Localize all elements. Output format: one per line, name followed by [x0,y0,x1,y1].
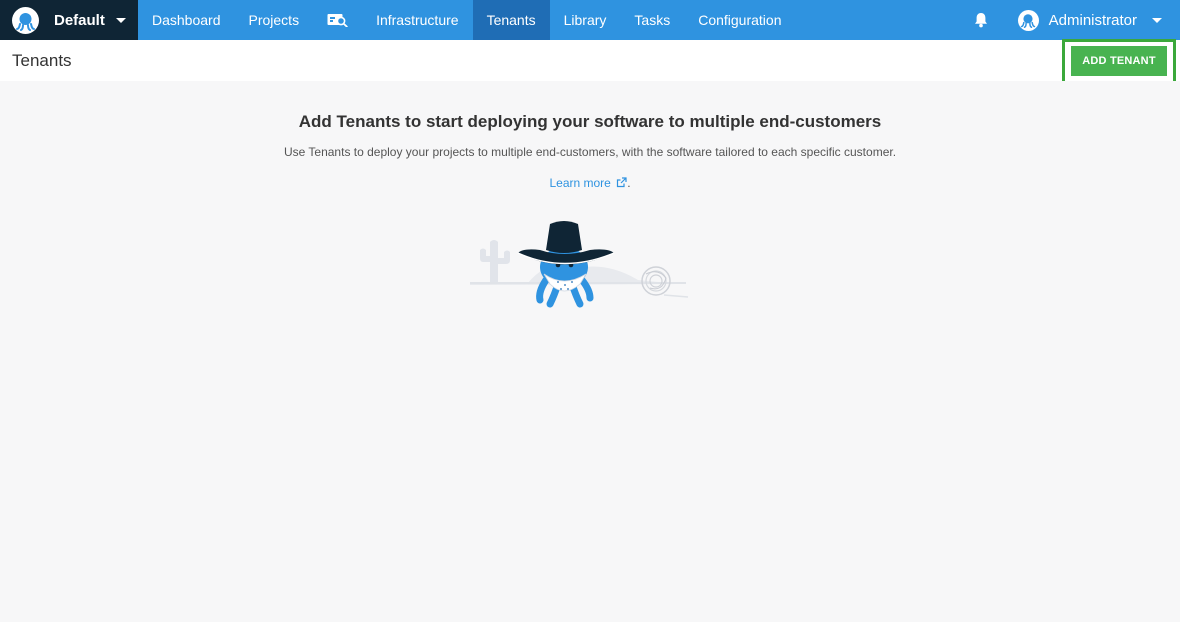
main-nav: Dashboard Projects Infrastructure Tenant… [138,0,795,40]
nav-infrastructure[interactable]: Infrastructure [362,0,472,40]
space-name: Default [54,11,105,29]
user-menu[interactable]: Administrator [1012,0,1180,40]
nav-projects[interactable]: Projects [235,0,314,40]
octopus-logo-icon [12,6,39,34]
notifications-button[interactable] [956,0,1006,40]
chevron-down-icon [115,17,126,23]
nav-configuration[interactable]: Configuration [684,0,795,40]
learn-more-text: Learn more [549,176,611,190]
learn-more-link[interactable]: Learn more [549,176,627,190]
chevron-down-icon [1152,17,1162,23]
empty-state: Add Tenants to start deploying your soft… [0,81,1180,622]
space-switcher[interactable]: Default [0,0,138,40]
top-navigation-bar: Default Dashboard Projects Infrastructur… [0,0,1180,40]
empty-state-title: Add Tenants to start deploying your soft… [298,112,882,131]
nav-tenants[interactable]: Tenants [472,0,550,40]
learn-more-line: Learn more . [0,176,1180,190]
external-link-icon [617,177,627,188]
nav-tasks[interactable]: Tasks [620,0,684,40]
user-name: Administrator [1048,11,1137,29]
search-board-icon [327,14,348,27]
octopus-cowboy-illustration [470,221,689,308]
page-header: Tenants [0,40,1180,81]
bell-icon [974,13,987,28]
add-tenant-button[interactable]: ADD TENANT [1071,46,1167,76]
nav-library[interactable]: Library [550,0,621,40]
nav-dashboard[interactable]: Dashboard [138,0,235,40]
page-title: Tenants [12,51,72,70]
nav-search-board[interactable] [313,0,362,40]
user-avatar-icon [1017,9,1039,31]
learn-more-suffix: . [627,176,631,190]
empty-state-description: Use Tenants to deploy your projects to m… [283,145,897,159]
